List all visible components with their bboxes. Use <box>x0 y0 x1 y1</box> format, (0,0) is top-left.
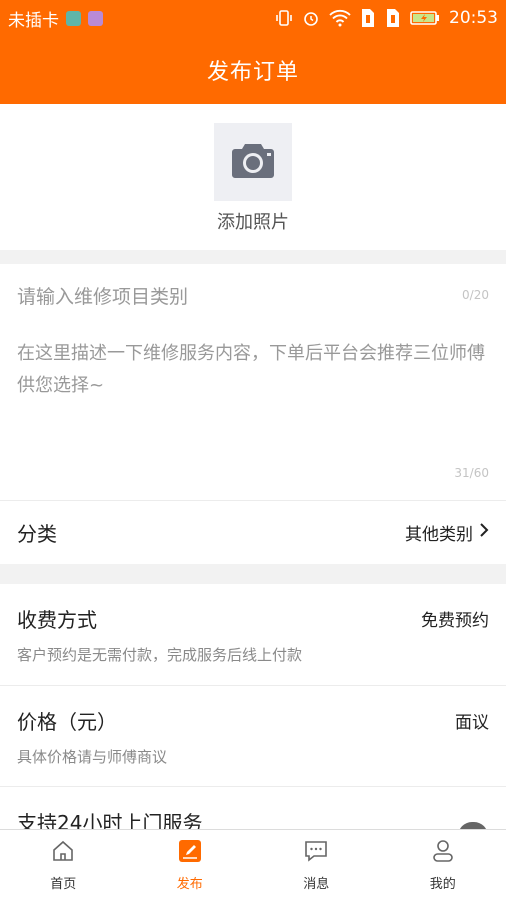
battery-icon <box>410 10 440 26</box>
gallery-notification-icon <box>88 10 103 26</box>
add-photo-label: 添加照片 <box>217 212 289 233</box>
tab-home[interactable]: 首页 <box>0 830 127 900</box>
time-text: 20:53 <box>449 8 498 28</box>
category-char-count: 0/20 <box>462 288 489 302</box>
home-icon <box>51 839 75 867</box>
service-24h-row[interactable]: 支持24小时上门服务 <box>0 787 506 830</box>
category-label: 分类 <box>17 522 57 546</box>
carrier-text: 未插卡 <box>8 10 59 31</box>
tab-label: 消息 <box>303 876 330 892</box>
add-photo-button[interactable] <box>214 123 292 201</box>
category-input[interactable]: 请输入维修项目类别 <box>17 282 188 309</box>
price-label: 价格（元） <box>17 710 117 734</box>
camera-icon <box>230 140 276 184</box>
tab-messages[interactable]: 消息 <box>253 830 380 900</box>
fee-method-row[interactable]: 收费方式 免费预约 客户预约是无需付款，完成服务后线上付款 <box>0 584 506 685</box>
photo-section: 添加照片 <box>0 104 506 250</box>
chevron-right-icon <box>479 522 489 543</box>
fee-method-value: 免费预约 <box>421 611 489 631</box>
fee-method-label: 收费方式 <box>17 608 97 632</box>
category-row[interactable]: 分类 其他类别 <box>0 500 506 564</box>
tab-profile[interactable]: 我的 <box>380 830 506 900</box>
sim2-icon <box>385 8 401 28</box>
tab-label: 首页 <box>50 876 77 892</box>
description-section: 请输入维修项目类别 0/20 在这里描述一下维修服务内容，下单后平台会推荐三位师… <box>0 264 506 500</box>
publish-icon <box>178 839 202 867</box>
page-title: 发布订单 <box>0 36 506 104</box>
tab-label: 发布 <box>176 876 203 892</box>
service-24h-label: 支持24小时上门服务 <box>17 811 203 830</box>
price-row[interactable]: 价格（元） 面议 具体价格请与师傅商议 <box>0 686 506 786</box>
price-value: 面议 <box>455 713 489 733</box>
category-value: 其他类别 <box>405 525 473 545</box>
fee-method-hint: 客户预约是无需付款，完成服务后线上付款 <box>17 646 303 664</box>
tab-label: 我的 <box>429 876 456 892</box>
bottom-tab-bar: 首页 发布 消息 我的 <box>0 829 506 900</box>
order-options: 收费方式 免费预约 客户预约是无需付款，完成服务后线上付款 价格（元） 面议 具… <box>0 584 506 830</box>
app-notification-icon <box>66 10 81 26</box>
description-textarea[interactable]: 在这里描述一下维修服务内容，下单后平台会推荐三位师傅供您选择~ <box>17 338 493 402</box>
tab-publish[interactable]: 发布 <box>127 830 254 900</box>
price-hint: 具体价格请与师傅商议 <box>17 748 168 766</box>
wifi-icon <box>329 9 351 27</box>
vibrate-icon <box>275 9 293 27</box>
user-icon <box>431 839 455 867</box>
message-icon <box>304 839 328 867</box>
status-bar: 未插卡 20:53 <box>0 0 506 36</box>
alarm-icon <box>302 9 320 27</box>
sim1-icon <box>360 8 376 28</box>
description-char-count: 31/60 <box>454 466 489 480</box>
